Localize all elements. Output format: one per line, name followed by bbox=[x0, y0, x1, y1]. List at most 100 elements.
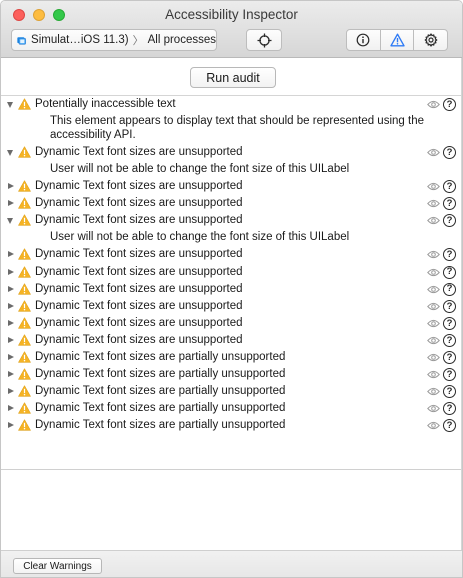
help-icon[interactable]: ? bbox=[443, 333, 456, 347]
target-chooser-button[interactable]: Simulat…iOS 11.3) 〉 All processes bbox=[11, 29, 217, 51]
help-icon[interactable]: ? bbox=[443, 419, 456, 433]
settings-tab[interactable] bbox=[414, 30, 447, 50]
warning-icon bbox=[18, 265, 31, 278]
warning-row[interactable]: Dynamic Text font sizes are unsupported? bbox=[1, 298, 462, 315]
warning-row[interactable]: Dynamic Text font sizes are unsupported? bbox=[1, 144, 462, 161]
warning-row[interactable]: Potentially inaccessible text? bbox=[1, 96, 462, 113]
disclosure-open-icon[interactable] bbox=[7, 102, 13, 108]
target-process-label: All processes bbox=[147, 34, 216, 46]
help-icon[interactable]: ? bbox=[443, 316, 456, 330]
disclosure-closed-icon[interactable] bbox=[8, 371, 14, 378]
help-icon[interactable]: ? bbox=[443, 299, 456, 313]
eye-icon[interactable] bbox=[427, 147, 440, 158]
crosshair-icon bbox=[257, 33, 271, 47]
help-icon[interactable]: ? bbox=[443, 180, 456, 194]
simulator-icon bbox=[17, 36, 26, 45]
inspector-mode-segmented-control bbox=[346, 29, 448, 51]
warning-title: Dynamic Text font sizes are unsupported bbox=[35, 265, 243, 278]
eye-icon[interactable] bbox=[427, 335, 440, 346]
eye-icon[interactable] bbox=[427, 318, 440, 329]
accessibility-inspector-window: Accessibility Inspector Simulat…iOS 11.3… bbox=[0, 0, 463, 578]
disclosure-open-icon[interactable] bbox=[7, 218, 13, 225]
warnings-list: Potentially inaccessible text? This eleme… bbox=[1, 96, 462, 469]
disclosure-closed-icon[interactable] bbox=[8, 354, 14, 361]
warning-row[interactable]: Dynamic Text font sizes are unsupported? bbox=[1, 264, 462, 281]
warning-icon bbox=[18, 317, 31, 329]
warning-title: Dynamic Text font sizes are unsupported bbox=[35, 146, 243, 159]
disclosure-closed-icon[interactable] bbox=[8, 268, 14, 275]
warning-icon bbox=[18, 283, 31, 295]
disclosure-closed-icon[interactable] bbox=[8, 336, 14, 343]
eye-icon[interactable] bbox=[427, 420, 440, 431]
warning-title: Dynamic Text font sizes are partially un… bbox=[35, 351, 286, 364]
help-icon[interactable]: ? bbox=[443, 368, 456, 382]
warning-row[interactable]: Dynamic Text font sizes are partially un… bbox=[1, 417, 462, 434]
warning-icon bbox=[18, 334, 31, 346]
eye-icon[interactable] bbox=[427, 249, 440, 260]
warning-row[interactable]: Dynamic Text font sizes are unsupported? bbox=[1, 246, 462, 263]
help-icon[interactable]: ? bbox=[443, 385, 456, 399]
warning-icon bbox=[18, 197, 31, 209]
warning-icon bbox=[389, 33, 405, 47]
warning-row[interactable]: Dynamic Text font sizes are unsupported? bbox=[1, 332, 462, 349]
help-icon[interactable]: ? bbox=[443, 351, 456, 365]
warning-title: Dynamic Text font sizes are unsupported bbox=[35, 180, 243, 193]
eye-icon[interactable] bbox=[427, 301, 440, 312]
help-icon[interactable]: ? bbox=[443, 98, 456, 111]
eye-icon[interactable] bbox=[427, 403, 440, 414]
eye-icon[interactable] bbox=[427, 198, 440, 209]
warning-icon bbox=[18, 368, 31, 380]
warning-title: Dynamic Text font sizes are unsupported bbox=[35, 333, 243, 346]
warning-row[interactable]: Dynamic Text font sizes are partially un… bbox=[1, 383, 462, 400]
clear-warnings-button[interactable]: Clear Warnings bbox=[13, 558, 102, 574]
eye-icon[interactable] bbox=[427, 352, 440, 363]
disclosure-closed-icon[interactable] bbox=[8, 405, 14, 412]
target-device-label: Simulat…iOS 11.3) bbox=[31, 34, 129, 46]
help-icon[interactable]: ? bbox=[443, 214, 456, 228]
warning-title: Dynamic Text font sizes are unsupported bbox=[35, 299, 243, 312]
disclosure-closed-icon[interactable] bbox=[8, 422, 14, 429]
disclosure-closed-icon[interactable] bbox=[8, 200, 14, 207]
warning-row[interactable]: Dynamic Text font sizes are unsupported? bbox=[1, 178, 462, 195]
warning-row[interactable]: Dynamic Text font sizes are unsupported? bbox=[1, 212, 462, 229]
warning-title: Dynamic Text font sizes are partially un… bbox=[35, 385, 286, 398]
eye-icon[interactable] bbox=[427, 267, 440, 278]
help-icon[interactable]: ? bbox=[443, 197, 456, 211]
eye-icon[interactable] bbox=[427, 99, 440, 110]
disclosure-closed-icon[interactable] bbox=[8, 183, 14, 190]
help-icon[interactable]: ? bbox=[443, 402, 456, 416]
inspection-pointer-button[interactable] bbox=[246, 29, 282, 51]
help-icon[interactable]: ? bbox=[443, 146, 456, 160]
warning-row[interactable]: Dynamic Text font sizes are unsupported? bbox=[1, 315, 462, 332]
warning-row[interactable]: Dynamic Text font sizes are unsupported? bbox=[1, 281, 462, 298]
disclosure-closed-icon[interactable] bbox=[8, 302, 14, 309]
help-icon[interactable]: ? bbox=[443, 282, 456, 296]
warning-row[interactable]: Dynamic Text font sizes are partially un… bbox=[1, 400, 462, 417]
warning-title: Dynamic Text font sizes are unsupported bbox=[35, 316, 243, 329]
help-icon[interactable]: ? bbox=[443, 265, 456, 279]
help-icon[interactable]: ? bbox=[443, 248, 456, 262]
disclosure-closed-icon[interactable] bbox=[8, 319, 14, 326]
warning-detail: This element appears to display text tha… bbox=[50, 115, 424, 142]
eye-icon[interactable] bbox=[427, 284, 440, 295]
eye-icon[interactable] bbox=[427, 181, 440, 192]
warning-row[interactable]: Dynamic Text font sizes are partially un… bbox=[1, 366, 462, 383]
disclosure-closed-icon[interactable] bbox=[8, 251, 14, 258]
run-audit-button[interactable]: Run audit bbox=[190, 67, 276, 88]
right-edge bbox=[461, 58, 462, 558]
warning-icon bbox=[18, 248, 31, 261]
eye-icon[interactable] bbox=[427, 369, 440, 380]
eye-icon[interactable] bbox=[427, 386, 440, 397]
warning-row[interactable]: Dynamic Text font sizes are partially un… bbox=[1, 349, 462, 366]
disclosure-closed-icon[interactable] bbox=[8, 388, 14, 395]
disclosure-closed-icon[interactable] bbox=[8, 285, 14, 292]
warning-icon bbox=[18, 146, 31, 158]
audit-tab[interactable] bbox=[381, 30, 415, 50]
inspection-tab[interactable] bbox=[347, 30, 381, 50]
disclosure-open-icon[interactable] bbox=[7, 150, 13, 157]
warning-row[interactable]: Dynamic Text font sizes are unsupported? bbox=[1, 195, 462, 212]
eye-icon[interactable] bbox=[427, 215, 440, 226]
warning-icon bbox=[18, 300, 31, 312]
warning-title: Dynamic Text font sizes are partially un… bbox=[35, 368, 286, 381]
warning-detail: User will not be able to change the font… bbox=[50, 163, 350, 176]
